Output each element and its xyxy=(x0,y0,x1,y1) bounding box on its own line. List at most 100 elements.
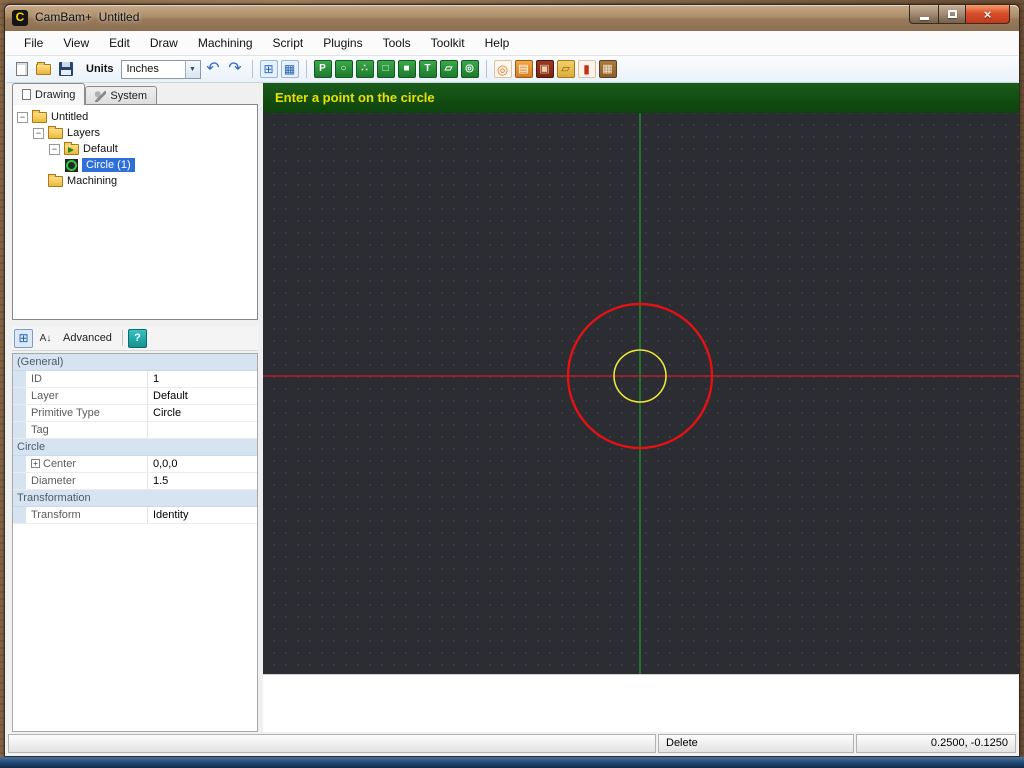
grid-margin xyxy=(13,405,26,421)
desktop: C CamBam+ Untitled × File View Edit Draw… xyxy=(0,0,1024,768)
property-label: Tag xyxy=(31,424,49,436)
menu-help[interactable]: Help xyxy=(475,32,520,54)
tree-item-circle[interactable]: Circle (1) xyxy=(15,157,255,173)
categorized-view-button[interactable]: ⊞ xyxy=(14,329,33,348)
property-row-primitive-type[interactable]: Primitive Type Circle xyxy=(13,405,257,422)
property-value[interactable] xyxy=(148,422,257,438)
property-value[interactable]: 0,0,0 xyxy=(148,456,257,472)
tree-item-label: Untitled xyxy=(51,111,88,123)
app-window: C CamBam+ Untitled × File View Edit Draw… xyxy=(4,4,1020,757)
status-message-panel xyxy=(8,734,656,753)
drawing-view xyxy=(263,83,1019,674)
property-value[interactable]: 1.5 xyxy=(148,473,257,489)
property-value[interactable]: Identity xyxy=(148,507,257,523)
expand-toggle-icon[interactable]: + xyxy=(31,459,40,468)
property-value[interactable]: Default xyxy=(148,388,257,404)
draw-circle-button[interactable]: ○ xyxy=(335,60,353,78)
menu-plugins[interactable]: Plugins xyxy=(313,32,372,54)
grid-margin xyxy=(13,422,26,438)
text-icon: T xyxy=(424,64,430,74)
status-bar: Delete 0.2500, -0.1250 xyxy=(7,733,1017,754)
close-button[interactable]: × xyxy=(965,5,1010,24)
property-label: Transform xyxy=(31,509,81,521)
help-button[interactable]: ? xyxy=(128,329,147,348)
menu-machining[interactable]: Machining xyxy=(188,32,263,54)
property-category[interactable]: Transformation xyxy=(13,490,257,507)
drill-icon: ▱ xyxy=(561,64,569,75)
save-button[interactable] xyxy=(56,60,75,79)
undo-button[interactable]: ↶ xyxy=(204,61,223,77)
draw-polyline-button[interactable]: P xyxy=(314,60,332,78)
collapse-toggle-icon[interactable]: − xyxy=(49,144,60,155)
open-file-button[interactable] xyxy=(34,60,53,79)
draw-square-button[interactable]: ■ xyxy=(398,60,416,78)
tab-drawing[interactable]: Drawing xyxy=(12,83,85,105)
property-row-id[interactable]: ID 1 xyxy=(13,371,257,388)
units-select[interactable]: Inches ▼ xyxy=(121,60,201,79)
drill-toolpath-button[interactable]: ▱ xyxy=(557,60,575,78)
menu-file[interactable]: File xyxy=(14,32,53,54)
profile-toolpath-button[interactable]: ▤ xyxy=(515,60,533,78)
property-row-transform[interactable]: Transform Identity xyxy=(13,507,257,524)
draw-rectangle-button[interactable]: □ xyxy=(377,60,395,78)
property-row-tag[interactable]: Tag xyxy=(13,422,257,439)
menu-tools[interactable]: Tools xyxy=(373,32,421,54)
menu-toolkit[interactable]: Toolkit xyxy=(421,32,475,54)
sort-az-icon: A↓ xyxy=(40,333,52,344)
chevron-down-icon[interactable]: ▼ xyxy=(185,61,200,78)
pocket-toolpath-button[interactable]: ▣ xyxy=(536,60,554,78)
grid-margin xyxy=(13,388,26,404)
gcode-button[interactable]: ▦ xyxy=(599,60,617,78)
window-bottom-edge xyxy=(0,757,1024,768)
tree-item-machining[interactable]: Machining xyxy=(15,173,255,189)
collapse-toggle-icon[interactable]: − xyxy=(17,112,28,123)
draw-points-button[interactable]: ∴ xyxy=(356,60,374,78)
maximize-button[interactable] xyxy=(938,5,965,24)
menu-edit[interactable]: Edit xyxy=(99,32,140,54)
draw-surface-button[interactable]: ▱ xyxy=(440,60,458,78)
redo-button[interactable]: ↷ xyxy=(226,61,245,77)
sort-alphabetical-button[interactable]: A↓ xyxy=(36,329,55,348)
grid-margin xyxy=(13,507,26,523)
tree-item-untitled[interactable]: − Untitled xyxy=(15,109,255,125)
prompt-bar: Enter a point on the circle xyxy=(263,83,1019,113)
tab-system[interactable]: System xyxy=(85,86,157,105)
property-row-center[interactable]: + Center 0,0,0 xyxy=(13,456,257,473)
drawing-canvas[interactable]: Enter a point on the circle xyxy=(263,83,1019,674)
title-bar[interactable]: C CamBam+ Untitled × xyxy=(5,5,1019,31)
menu-view[interactable]: View xyxy=(53,32,99,54)
menu-draw[interactable]: Draw xyxy=(140,32,188,54)
property-row-diameter[interactable]: Diameter 1.5 xyxy=(13,473,257,490)
tree-item-layers[interactable]: − Layers xyxy=(15,125,255,141)
menu-script[interactable]: Script xyxy=(263,32,314,54)
engrave-toolpath-button[interactable]: ▮ xyxy=(578,60,596,78)
show-grid-button[interactable]: ▦ xyxy=(281,60,299,78)
toolbar-separator xyxy=(252,60,253,78)
property-row-layer[interactable]: Layer Default xyxy=(13,388,257,405)
draw-region-button[interactable]: ◎ xyxy=(461,60,479,78)
snap-to-grid-button[interactable]: ⊞ xyxy=(260,60,278,78)
draw-text-button[interactable]: T xyxy=(419,60,437,78)
tab-system-label: System xyxy=(110,90,147,102)
property-category[interactable]: Circle xyxy=(13,439,257,456)
property-value[interactable]: Circle xyxy=(148,405,257,421)
property-value[interactable]: 1 xyxy=(148,371,257,387)
document-icon xyxy=(22,89,31,100)
app-icon-letter: C xyxy=(16,10,25,24)
property-label: Center xyxy=(43,458,76,470)
grid-icon: ▦ xyxy=(284,63,295,75)
stock-button[interactable]: ◎ xyxy=(494,60,512,78)
rectangle-icon: □ xyxy=(382,64,388,74)
tree-item-default-layer[interactable]: − Default xyxy=(15,141,255,157)
advanced-button[interactable]: Advanced xyxy=(58,329,117,348)
tab-drawing-label: Drawing xyxy=(35,89,75,101)
pocket-icon: ▣ xyxy=(539,64,549,75)
collapse-toggle-icon[interactable]: − xyxy=(33,128,44,139)
profile-icon: ▤ xyxy=(518,64,528,75)
property-category[interactable]: (General) xyxy=(13,354,257,371)
new-file-button[interactable] xyxy=(12,60,31,79)
folder-icon xyxy=(32,112,47,123)
folder-icon xyxy=(48,128,63,139)
minimize-button[interactable] xyxy=(909,5,938,24)
status-action-panel: Delete xyxy=(658,734,854,753)
